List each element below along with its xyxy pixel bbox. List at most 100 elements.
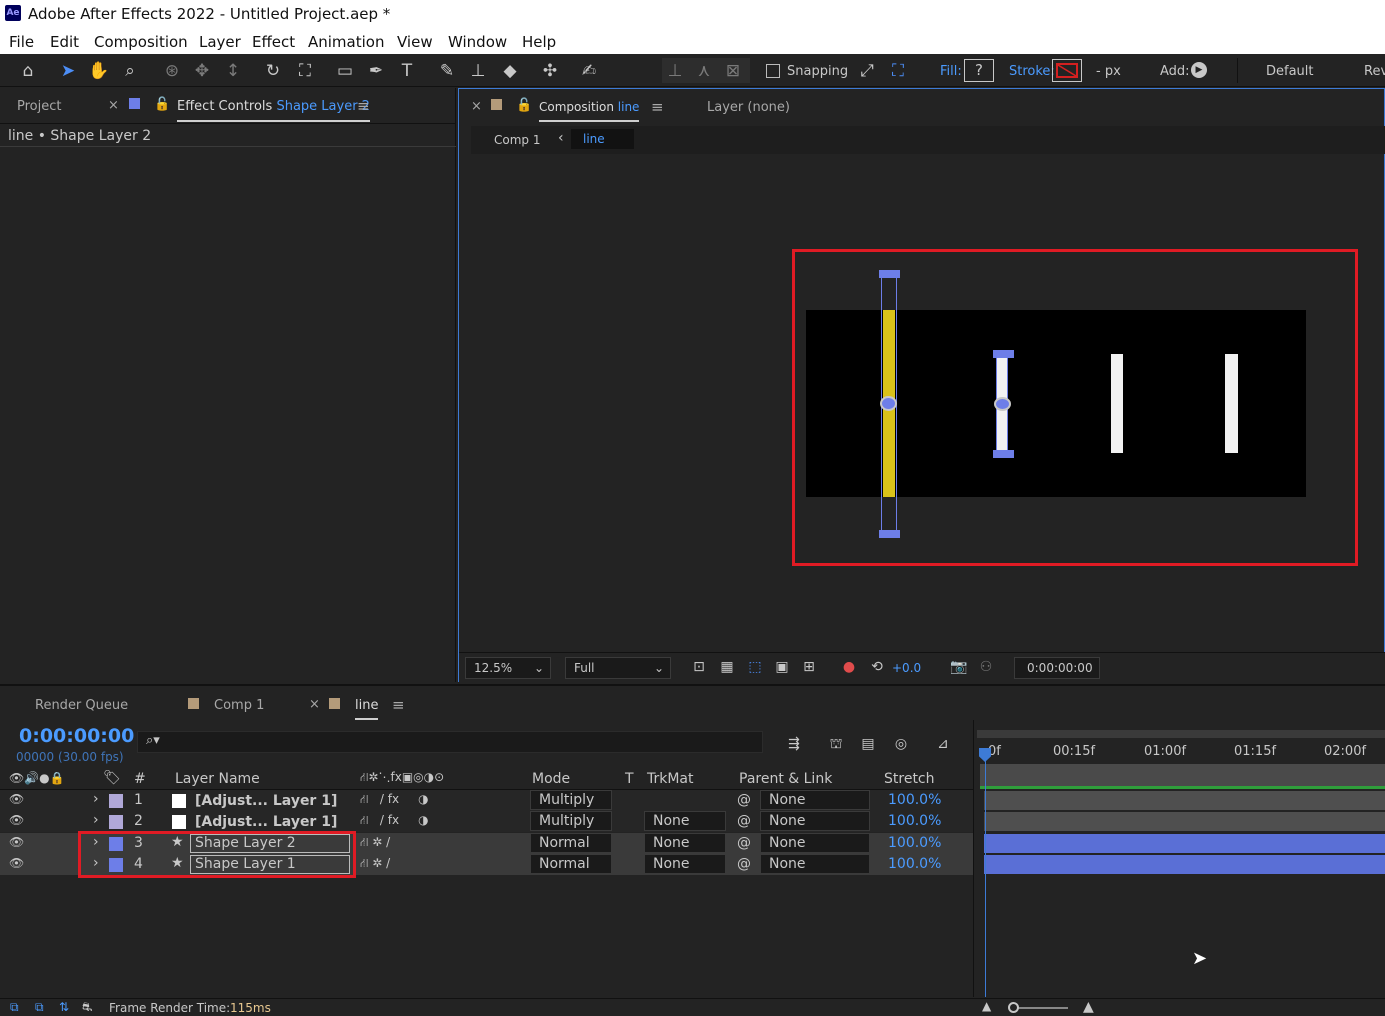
- rotate-tool-icon[interactable]: ↻: [261, 59, 285, 83]
- stretch-value[interactable]: 100.0%: [888, 835, 941, 851]
- anchor-point-tool-icon[interactable]: ⛶: [293, 59, 317, 83]
- close-icon[interactable]: ×: [108, 98, 119, 113]
- home-icon[interactable]: ⌂: [16, 59, 40, 83]
- add-button-icon[interactable]: ▶: [1191, 62, 1207, 78]
- label-color[interactable]: [109, 794, 123, 808]
- layer-switches-icons[interactable]: ⛙ / fx ◑: [360, 792, 429, 808]
- pan-camera-icon[interactable]: ✥: [190, 59, 214, 83]
- tab-project[interactable]: Project: [17, 99, 61, 114]
- parent-dropdown[interactable]: None: [760, 811, 870, 831]
- exposure-reset-icon[interactable]: ⟲: [865, 655, 889, 679]
- lock-icon[interactable]: 🔓: [516, 98, 532, 113]
- menu-layer[interactable]: Layer: [199, 33, 241, 51]
- zoom-out-icon[interactable]: ▲: [982, 999, 991, 1013]
- timeline-track-area[interactable]: 0f 00:15f 01:00f 01:15f 02:00f ➤: [973, 720, 1385, 997]
- label-color[interactable]: [109, 815, 123, 829]
- mode-dropdown[interactable]: Multiply: [530, 811, 612, 831]
- layer-duration-bar[interactable]: [984, 855, 1385, 874]
- channel-icon[interactable]: ●: [837, 655, 861, 679]
- menu-animation[interactable]: Animation: [308, 33, 384, 51]
- hand-tool-icon[interactable]: ✋: [87, 59, 111, 83]
- panel-menu-icon[interactable]: ≡: [651, 98, 664, 116]
- label-header-icon[interactable]: 🏷: [103, 770, 121, 786]
- trkmat-dropdown[interactable]: None: [644, 854, 726, 874]
- menu-edit[interactable]: Edit: [50, 33, 79, 51]
- toggle-modes-icon[interactable]: ⧉: [35, 1000, 44, 1015]
- snap-edges-icon[interactable]: ⤢: [855, 59, 879, 83]
- breadcrumb-line[interactable]: line: [571, 129, 634, 149]
- world-axis-icon[interactable]: ⋏: [692, 59, 716, 83]
- tab-layer[interactable]: Layer (none): [707, 100, 790, 115]
- layer-duration-bar[interactable]: [984, 791, 1385, 810]
- graph-editor-icon[interactable]: ⊿: [931, 732, 955, 756]
- snap-features-icon[interactable]: ⛶: [886, 59, 910, 83]
- eye-icon[interactable]: 👁: [9, 792, 24, 806]
- chevron-right-icon[interactable]: ›: [93, 812, 99, 828]
- visibility-header-icon[interactable]: 👁🔊●🔒: [9, 771, 65, 785]
- panel-menu-icon[interactable]: ≡: [392, 696, 405, 714]
- menu-window[interactable]: Window: [448, 33, 507, 51]
- table-row[interactable]: 👁 › 2 [Adjust... Layer 1] ⛙ / fx ◑ Multi…: [0, 811, 973, 832]
- zoom-tool-icon[interactable]: ⌕: [118, 59, 142, 83]
- tab-line[interactable]: line: [355, 698, 379, 720]
- viewer-timecode[interactable]: 0:00:00:00: [1014, 657, 1100, 679]
- rectangle-tool-icon[interactable]: ▭: [333, 59, 357, 83]
- current-time-indicator[interactable]: [985, 750, 986, 997]
- playhead-handle[interactable]: [979, 748, 991, 762]
- brush-tool-icon[interactable]: ✎: [435, 59, 459, 83]
- zoom-dropdown[interactable]: 12.5% ⌄: [465, 657, 551, 679]
- mode-dropdown[interactable]: Normal: [530, 833, 612, 853]
- layer-name[interactable]: [Adjust... Layer 1]: [195, 793, 337, 809]
- snapshot-camera-icon[interactable]: 📷: [947, 655, 971, 679]
- render-time-icon[interactable]: ⛐: [82, 1000, 92, 1016]
- timeline-zoom-handle[interactable]: [1008, 1002, 1019, 1013]
- toggle-in-out-icon[interactable]: ⇅: [59, 1000, 69, 1014]
- parent-dropdown[interactable]: None: [760, 833, 870, 853]
- clone-stamp-icon[interactable]: ⊥: [466, 59, 490, 83]
- layer-duration-bar[interactable]: [984, 812, 1385, 831]
- stretch-value[interactable]: 100.0%: [888, 792, 941, 808]
- layer-switches-icons[interactable]: ⛙ ✲ /: [360, 835, 390, 851]
- tab-effect-controls[interactable]: Effect Controls Shape Layer 2: [177, 99, 370, 122]
- tab-composition[interactable]: Composition line: [539, 100, 640, 122]
- mode-dropdown[interactable]: Normal: [530, 854, 612, 874]
- view-axis-icon[interactable]: ⊠: [721, 59, 745, 83]
- type-tool-icon[interactable]: T: [395, 59, 419, 83]
- selection-tool-icon[interactable]: ➤: [56, 59, 80, 83]
- resolution-dropdown[interactable]: Full ⌄: [565, 657, 671, 679]
- layer-name[interactable]: [Adjust... Layer 1]: [195, 814, 337, 830]
- transparency-grid-icon[interactable]: ▦: [715, 655, 739, 679]
- eye-icon[interactable]: 👁: [9, 813, 24, 827]
- eye-icon[interactable]: 👁: [9, 835, 24, 849]
- panel-menu-icon[interactable]: ≡: [357, 97, 370, 115]
- layer-switches-icons[interactable]: ⛙ ✲ /: [360, 856, 390, 872]
- stretch-value[interactable]: 100.0%: [888, 813, 941, 829]
- table-row[interactable]: 👁 › 1 [Adjust... Layer 1] ⛙ / fx ◑ Multi…: [0, 790, 973, 811]
- close-icon[interactable]: ×: [471, 99, 482, 114]
- orbit-camera-icon[interactable]: ⊛: [160, 59, 184, 83]
- pickwhip-icon[interactable]: @: [737, 835, 751, 851]
- pickwhip-icon[interactable]: @: [737, 856, 751, 872]
- trkmat-dropdown[interactable]: None: [644, 811, 726, 831]
- stretch-value[interactable]: 100.0%: [888, 856, 941, 872]
- pickwhip-icon[interactable]: @: [737, 813, 751, 829]
- mode-dropdown[interactable]: Multiply: [530, 790, 612, 810]
- stroke-label[interactable]: Stroke:: [1009, 64, 1055, 79]
- motion-blur-icon[interactable]: ◎: [889, 732, 913, 756]
- pen-tool-icon[interactable]: ✒: [364, 59, 388, 83]
- switches-header-icons[interactable]: ⛙✲⋱fx▣◎◑⊙: [360, 770, 444, 786]
- parent-dropdown[interactable]: None: [760, 854, 870, 874]
- tab-comp1[interactable]: Comp 1: [214, 698, 264, 713]
- eraser-tool-icon[interactable]: ◆: [498, 59, 522, 83]
- fast-previews-icon[interactable]: ⊡: [687, 655, 711, 679]
- puppet-pin-icon[interactable]: ✍: [577, 59, 601, 83]
- roto-brush-icon[interactable]: ✣: [538, 59, 562, 83]
- exposure-value[interactable]: +0.0: [892, 661, 921, 675]
- layer-duration-bar[interactable]: [984, 834, 1385, 853]
- frame-blending-icon[interactable]: ▤: [856, 732, 880, 756]
- grid-guides-icon[interactable]: ⊞: [797, 655, 821, 679]
- current-time-display[interactable]: 0:00:00:00: [19, 725, 134, 747]
- stroke-swatch[interactable]: [1052, 59, 1082, 82]
- menu-file[interactable]: File: [9, 33, 34, 51]
- snapping-checkbox[interactable]: [766, 64, 780, 78]
